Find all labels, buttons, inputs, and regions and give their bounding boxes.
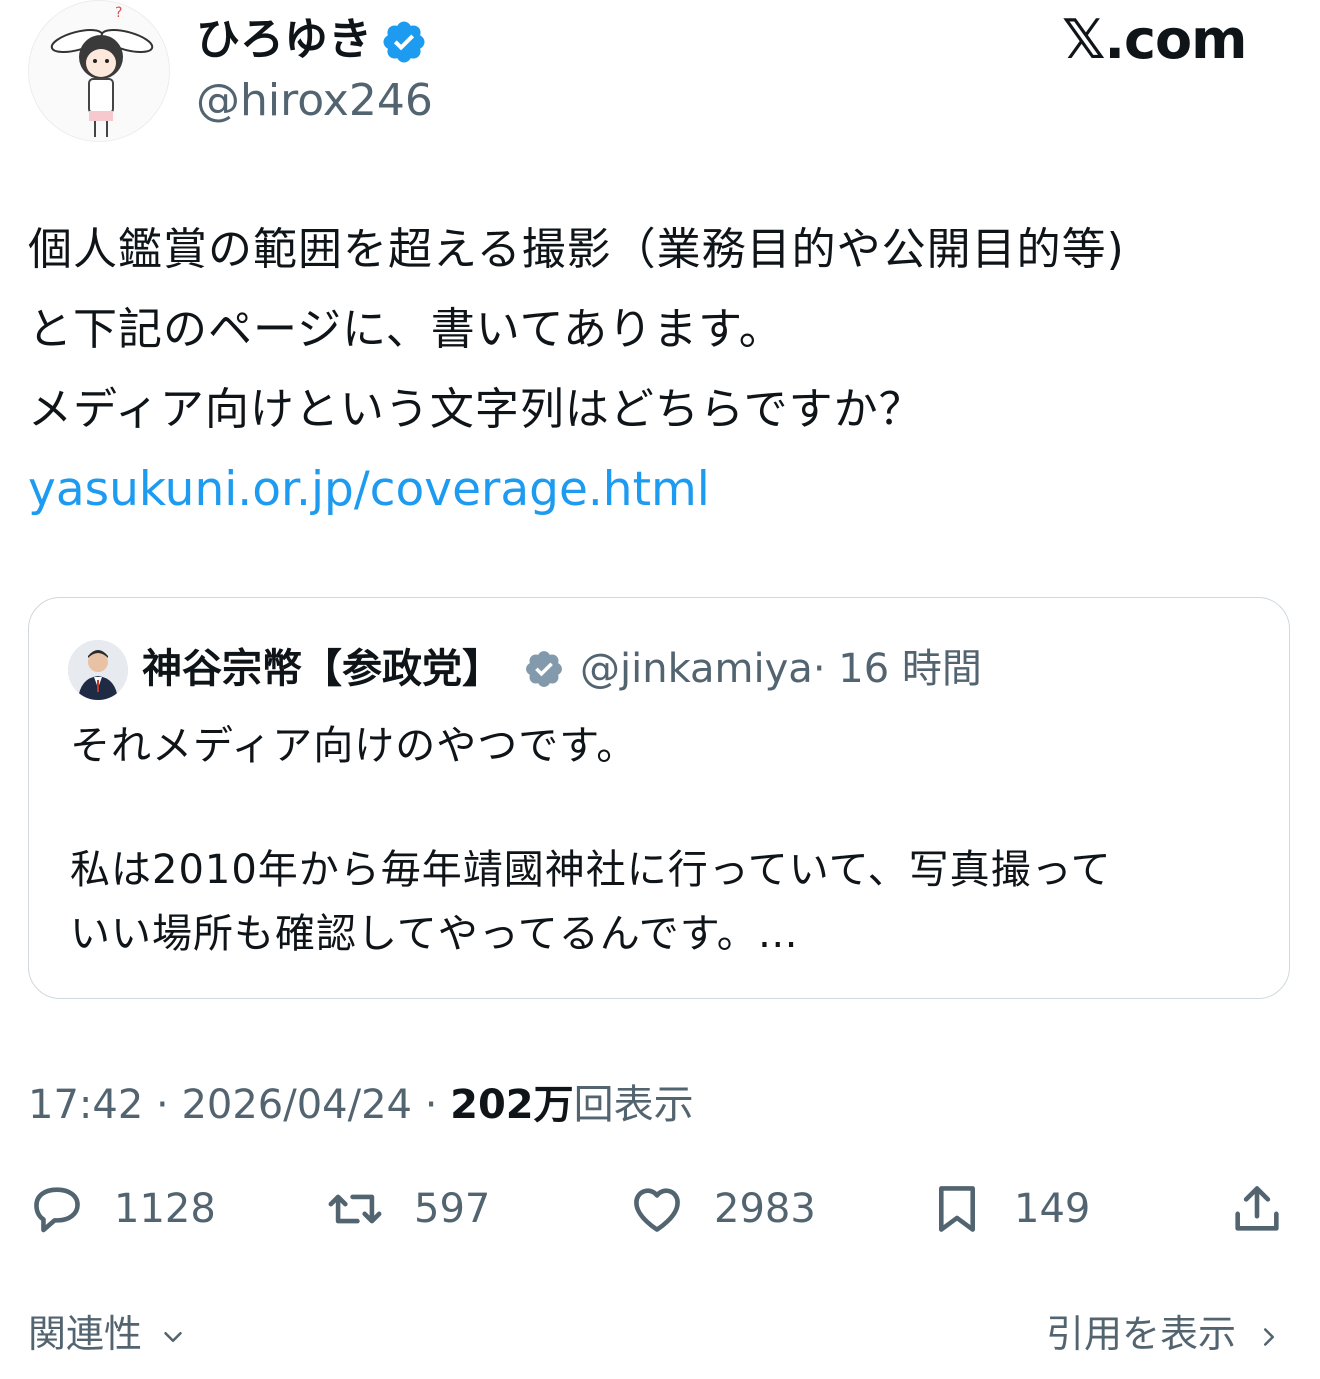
x-logo: 𝕏.com: [1062, 8, 1247, 71]
verified-badge-icon: [383, 21, 425, 63]
quoted-text-line: 私は2010年から毎年靖國神社に行っていて、写真撮って: [70, 847, 1112, 893]
bookmark-count[interactable]: 149: [1014, 1182, 1090, 1236]
like-count[interactable]: 2983: [714, 1182, 816, 1236]
repost-icon[interactable]: [326, 1180, 384, 1238]
chevron-right-icon: [1264, 1327, 1275, 1346]
view-count: 202万: [450, 1082, 574, 1128]
svg-text:?: ?: [115, 5, 122, 21]
view-quotes-link[interactable]: 引用を表示: [1046, 1308, 1284, 1360]
reply-count[interactable]: 1128: [114, 1182, 216, 1236]
bookmark-icon[interactable]: [928, 1180, 986, 1238]
quoted-text-line: いい場所も確認してやってるんです。…: [70, 911, 799, 957]
relevance-label: 関連性: [28, 1312, 143, 1356]
tweet-time[interactable]: 17:42: [28, 1082, 143, 1128]
tweet-text-line: 個人鑑賞の範囲を超える撮影（業務目的や公開目的等): [28, 224, 1125, 275]
author-display-name[interactable]: ひろゆき: [196, 12, 372, 68]
tweet-text-line: メディア向けという文字列はどちらですか？: [28, 384, 924, 435]
tweet-link[interactable]: yasukuni.or.jp/coverage.html: [28, 462, 710, 518]
author-avatar[interactable]: ?: [28, 0, 170, 142]
meta-separator: ·: [411, 1082, 451, 1128]
quoted-author-name[interactable]: 神谷宗幣【参政党】: [142, 642, 502, 696]
quoted-author-handle-time: @jinkamiya· 16 時間: [580, 642, 982, 696]
chevron-down-icon: [164, 1331, 182, 1342]
tweet-text-line: と下記のページに、書いてあります。: [28, 304, 784, 355]
tweet-meta: 17:42 · 2026/04/24 · 202万回表示: [28, 1078, 694, 1132]
verified-badge-icon: [526, 651, 562, 687]
view-count-label: 回表示: [573, 1082, 694, 1128]
quoted-author-avatar[interactable]: [68, 640, 128, 700]
tweet-date[interactable]: 2026/04/24: [181, 1082, 412, 1128]
meta-separator: ·: [143, 1082, 182, 1128]
quoted-author-handle[interactable]: @jinkamiya: [580, 646, 813, 692]
view-quotes-label: 引用を表示: [1046, 1312, 1237, 1356]
repost-count[interactable]: 597: [414, 1182, 490, 1236]
author-handle[interactable]: @hirox246: [196, 74, 433, 128]
share-icon[interactable]: [1228, 1180, 1286, 1238]
quoted-text-line: それメディア向けのやつです。: [70, 723, 638, 769]
reply-icon[interactable]: [28, 1180, 86, 1238]
like-icon[interactable]: [628, 1180, 686, 1238]
relevance-sort[interactable]: 関連性: [28, 1308, 188, 1360]
quoted-time: · 16 時間: [812, 646, 982, 692]
